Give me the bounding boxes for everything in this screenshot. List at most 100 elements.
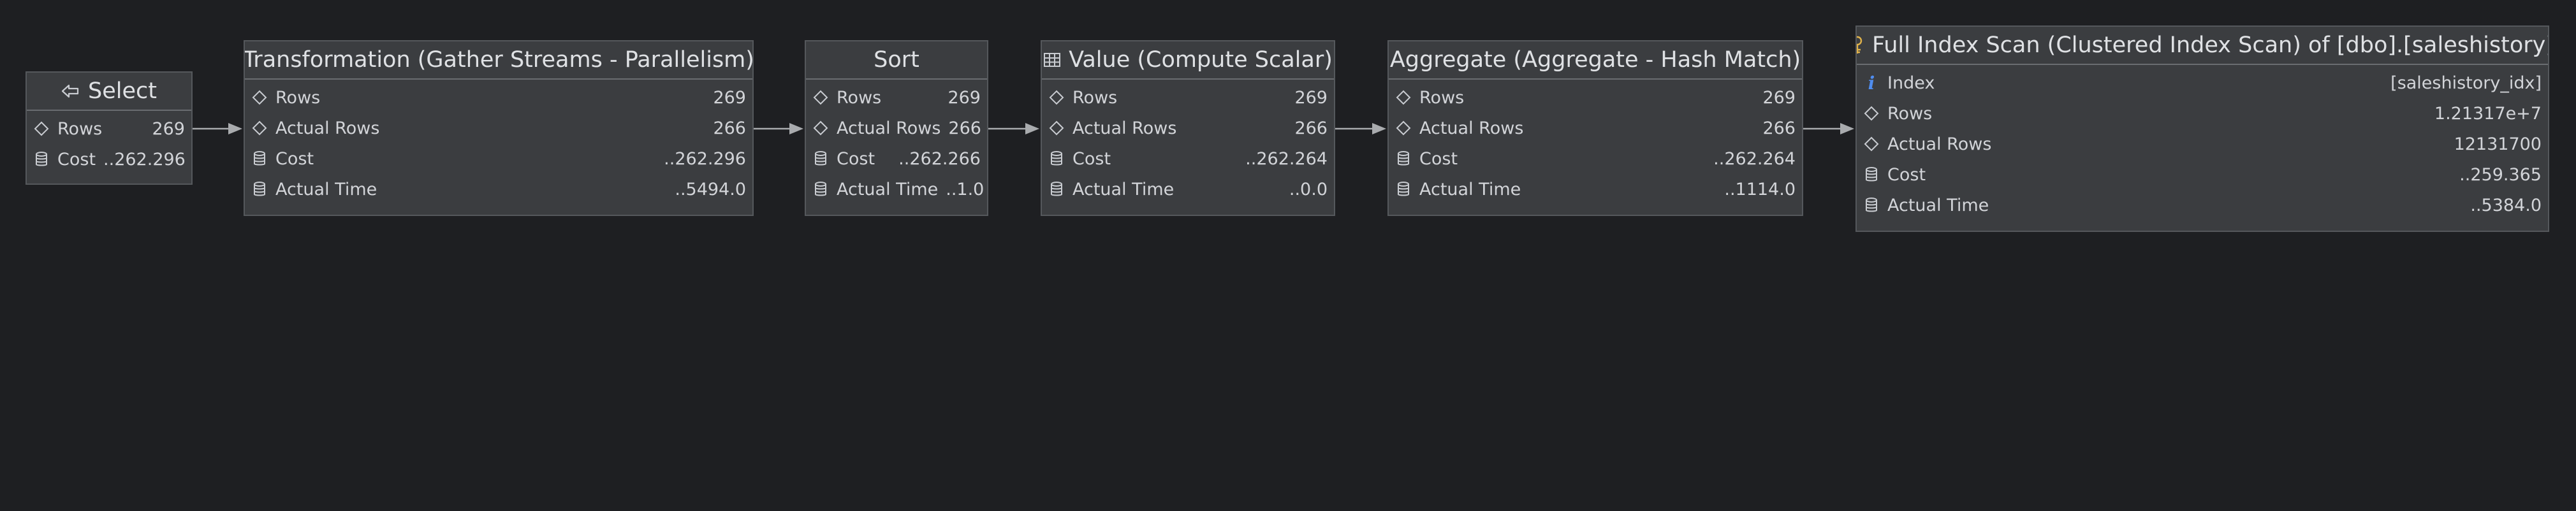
row-value: 269 xyxy=(1294,87,1328,108)
database-icon xyxy=(32,150,51,169)
row-value: ..0.0 xyxy=(1289,179,1328,199)
database-icon xyxy=(811,180,830,199)
row-value: ..5494.0 xyxy=(675,179,746,199)
node-row-actual-time: Actual Time ..5494.0 xyxy=(245,174,752,205)
row-label: Actual Time xyxy=(837,179,939,199)
row-value: ..262.296 xyxy=(664,148,746,169)
row-value: ..262.296 xyxy=(103,149,186,169)
row-value: ..1.0 xyxy=(946,179,984,199)
row-value: 266 xyxy=(1762,118,1796,138)
node-row-cost: Cost ..262.264 xyxy=(1389,143,1802,174)
node-header: Select xyxy=(27,73,191,111)
row-label: Actual Time xyxy=(275,179,377,199)
row-label: Rows xyxy=(837,87,882,108)
node-title: Aggregate (Aggregate - Hash Match) xyxy=(1389,47,1801,73)
info-icon: i xyxy=(1868,72,1875,94)
row-value: ..262.264 xyxy=(1713,148,1796,169)
plan-node-select[interactable]: Select Rows 269 Cost ..262.296 xyxy=(26,71,193,185)
diamond-icon xyxy=(32,119,51,138)
node-row-rows: Rows 269 xyxy=(27,113,191,144)
node-row-rows: Rows 1.21317e+7 xyxy=(1857,98,2548,129)
row-value: ..262.266 xyxy=(898,148,981,169)
diamond-icon xyxy=(811,119,830,138)
node-header: Sort xyxy=(806,41,987,80)
database-icon xyxy=(250,180,269,199)
node-row-actual-rows: Actual Rows 266 xyxy=(806,113,987,143)
row-label: Actual Rows xyxy=(275,118,380,138)
node-row-rows: Rows 269 xyxy=(245,82,752,113)
diamond-icon xyxy=(1862,104,1881,123)
node-title: Value (Compute Scalar) xyxy=(1069,47,1333,73)
row-value: 269 xyxy=(152,119,185,139)
row-label: Cost xyxy=(57,149,96,169)
database-icon xyxy=(811,149,830,168)
plan-node-compute-scalar[interactable]: Value (Compute Scalar) Rows 269 Actual R… xyxy=(1041,40,1335,216)
node-header: Value (Compute Scalar) xyxy=(1042,41,1334,80)
node-row-cost: Cost ..262.264 xyxy=(1042,143,1334,174)
node-row-rows: Rows 269 xyxy=(806,82,987,113)
row-label: Rows xyxy=(57,119,103,139)
database-icon xyxy=(1862,196,1881,215)
row-value: 1.21317e+7 xyxy=(2434,103,2542,124)
row-label: Cost xyxy=(837,148,875,169)
database-icon xyxy=(1047,180,1066,199)
row-label: Cost xyxy=(1072,148,1111,169)
row-label: Cost xyxy=(1419,148,1458,169)
node-row-actual-time: Actual Time ..0.0 xyxy=(1042,174,1334,205)
diamond-icon xyxy=(250,119,269,138)
row-value: 266 xyxy=(948,118,981,138)
row-label: Rows xyxy=(275,87,321,108)
row-label: Actual Rows xyxy=(1887,134,1992,154)
table-icon xyxy=(1043,52,1061,68)
plan-node-sort[interactable]: Sort Rows 269 Actual Rows 266 Cost ..262… xyxy=(805,40,988,216)
row-label: Actual Time xyxy=(1887,195,1989,215)
plan-node-gather-streams[interactable]: Transformation (Gather Streams - Paralle… xyxy=(244,40,754,216)
node-row-actual-time: Actual Time ..1.0 xyxy=(806,174,987,205)
node-row-index: i Index [saleshistory_idx] xyxy=(1857,68,2548,98)
node-row-actual-rows: Actual Rows 266 xyxy=(1389,113,1802,143)
diamond-icon xyxy=(1394,119,1413,138)
row-value: [saleshistory_idx] xyxy=(2390,73,2542,93)
row-value: ..262.264 xyxy=(1245,148,1328,169)
plan-node-hash-match[interactable]: Aggregate (Aggregate - Hash Match) Rows … xyxy=(1387,40,1803,216)
node-header: Transformation (Gather Streams - Paralle… xyxy=(245,41,752,80)
node-title: Full Index Scan (Clustered Index Scan) o… xyxy=(1872,32,2548,58)
row-label: Rows xyxy=(1419,87,1465,108)
connector-arrow xyxy=(193,123,242,134)
row-label: Cost xyxy=(275,148,314,169)
plan-node-clustered-index-scan[interactable]: Full Index Scan (Clustered Index Scan) o… xyxy=(1855,25,2549,232)
row-value: ..5384.0 xyxy=(2470,195,2542,215)
row-value: ..1114.0 xyxy=(1724,179,1796,199)
row-label: Actual Time xyxy=(1419,179,1521,199)
row-value: 266 xyxy=(1294,118,1328,138)
node-row-cost: Cost ..262.266 xyxy=(806,143,987,174)
row-value: 266 xyxy=(713,118,746,138)
node-title: Select xyxy=(88,78,157,104)
connector-arrow xyxy=(1803,123,1854,134)
node-row-actual-rows: Actual Rows 266 xyxy=(245,113,752,143)
node-row-cost: Cost ..259.365 xyxy=(1857,159,2548,190)
database-icon xyxy=(250,149,269,168)
row-label: Rows xyxy=(1887,103,1933,124)
database-icon xyxy=(1862,165,1881,184)
database-icon xyxy=(1394,149,1413,168)
node-title: Sort xyxy=(874,47,919,73)
row-label: Cost xyxy=(1887,164,1926,185)
node-row-cost: Cost ..262.296 xyxy=(245,143,752,174)
node-row-rows: Rows 269 xyxy=(1389,82,1802,113)
connector-arrow xyxy=(988,123,1039,134)
diamond-icon xyxy=(1862,134,1881,154)
node-row-actual-rows: Actual Rows 266 xyxy=(1042,113,1334,143)
diamond-icon xyxy=(1394,88,1413,107)
node-row-cost: Cost ..262.296 xyxy=(27,144,191,175)
row-value: ..259.365 xyxy=(2459,164,2542,185)
row-label: Index xyxy=(1887,73,1935,93)
row-value: 12131700 xyxy=(2454,134,2542,154)
node-row-rows: Rows 269 xyxy=(1042,82,1334,113)
diamond-icon xyxy=(811,88,830,107)
connector-arrow xyxy=(1335,123,1386,134)
connector-arrow xyxy=(754,123,803,134)
row-label: Actual Rows xyxy=(837,118,941,138)
row-value: 269 xyxy=(713,87,746,108)
node-header: Full Index Scan (Clustered Index Scan) o… xyxy=(1857,27,2548,65)
